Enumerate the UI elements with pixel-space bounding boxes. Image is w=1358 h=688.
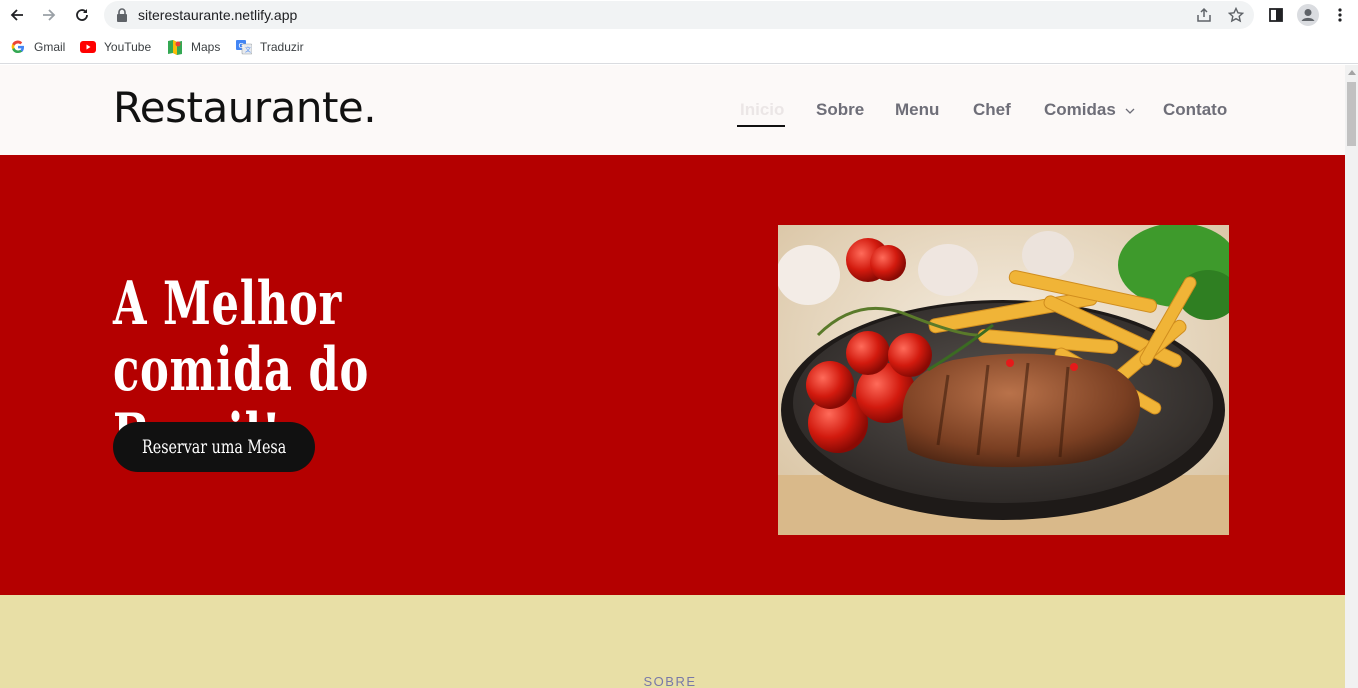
share-icon [1197,7,1211,22]
bookmark-label: YouTube [104,40,152,54]
arrow-left-icon [10,9,23,21]
address-bar[interactable]: siterestaurante.netlify.app [104,1,1254,29]
svg-text:文: 文 [245,46,251,54]
hero-food-image [778,225,1229,535]
scrollbar-thumb[interactable] [1347,82,1356,146]
bookmark-label: Traduzir [260,40,304,54]
browser-toolbar: siterestaurante.netlify.app [0,0,1358,30]
chevron-down-icon [1125,108,1134,114]
site-logo[interactable]: Restaurante. [113,83,377,132]
nav-comidas-label: Comidas [1044,100,1116,119]
nav-inicio[interactable]: Inicio [740,100,784,120]
google-icon [10,39,26,55]
lock-icon [117,8,127,22]
bookmark-youtube[interactable]: YouTube [80,38,151,56]
url-text: siterestaurante.netlify.app [138,7,298,23]
maps-icon [167,39,183,55]
bookmark-traduzir[interactable]: G文 Traduzir [236,38,304,56]
bookmark-maps[interactable]: Maps [167,38,220,56]
bookmark-gmail[interactable]: Gmail [10,38,65,56]
bookmark-star-button[interactable] [1226,5,1246,25]
page-viewport: Restaurante. Inicio Sobre Menu Chef Comi… [0,65,1345,688]
nav-sobre[interactable]: Sobre [816,100,864,120]
site-header: Restaurante. Inicio Sobre Menu Chef Comi… [0,65,1345,155]
about-section: SOBRE [0,595,1345,688]
profile-button[interactable] [1296,3,1320,27]
page-scrollbar[interactable] [1345,65,1358,688]
about-label: SOBRE [643,674,697,688]
forward-button[interactable] [37,3,61,27]
nav-comidas[interactable]: Comidas [1044,100,1136,120]
arrow-right-icon [43,9,56,21]
nav-menu[interactable]: Menu [895,100,939,120]
reserve-table-button[interactable]: Reservar uma Mesa [113,422,315,472]
scroll-up-icon[interactable] [1348,70,1356,75]
back-button[interactable] [5,3,29,27]
star-icon [1228,7,1244,23]
reload-icon [76,9,88,21]
menu-button[interactable] [1328,3,1352,27]
bookmark-label: Maps [191,40,221,54]
nav-active-underline [737,125,785,127]
profile-icon [1297,4,1319,26]
youtube-icon [80,39,96,55]
nav-chef[interactable]: Chef [973,100,1011,120]
translate-icon: G文 [236,39,252,55]
bookmarks-bar: Gmail YouTube Maps G文 Traduzir [0,30,1358,64]
side-panel-icon [1269,8,1283,22]
share-button[interactable] [1194,5,1214,25]
bookmark-label: Gmail [34,40,66,54]
hero-section: A Melhor comida do Brasil! Reservar uma … [0,155,1345,595]
side-panel-button[interactable] [1264,3,1288,27]
svg-text:G: G [239,42,244,50]
reload-button[interactable] [70,3,94,27]
more-vertical-icon [1338,8,1342,22]
reserve-table-label: Reservar uma Mesa [141,436,287,458]
nav-contato[interactable]: Contato [1163,100,1227,120]
